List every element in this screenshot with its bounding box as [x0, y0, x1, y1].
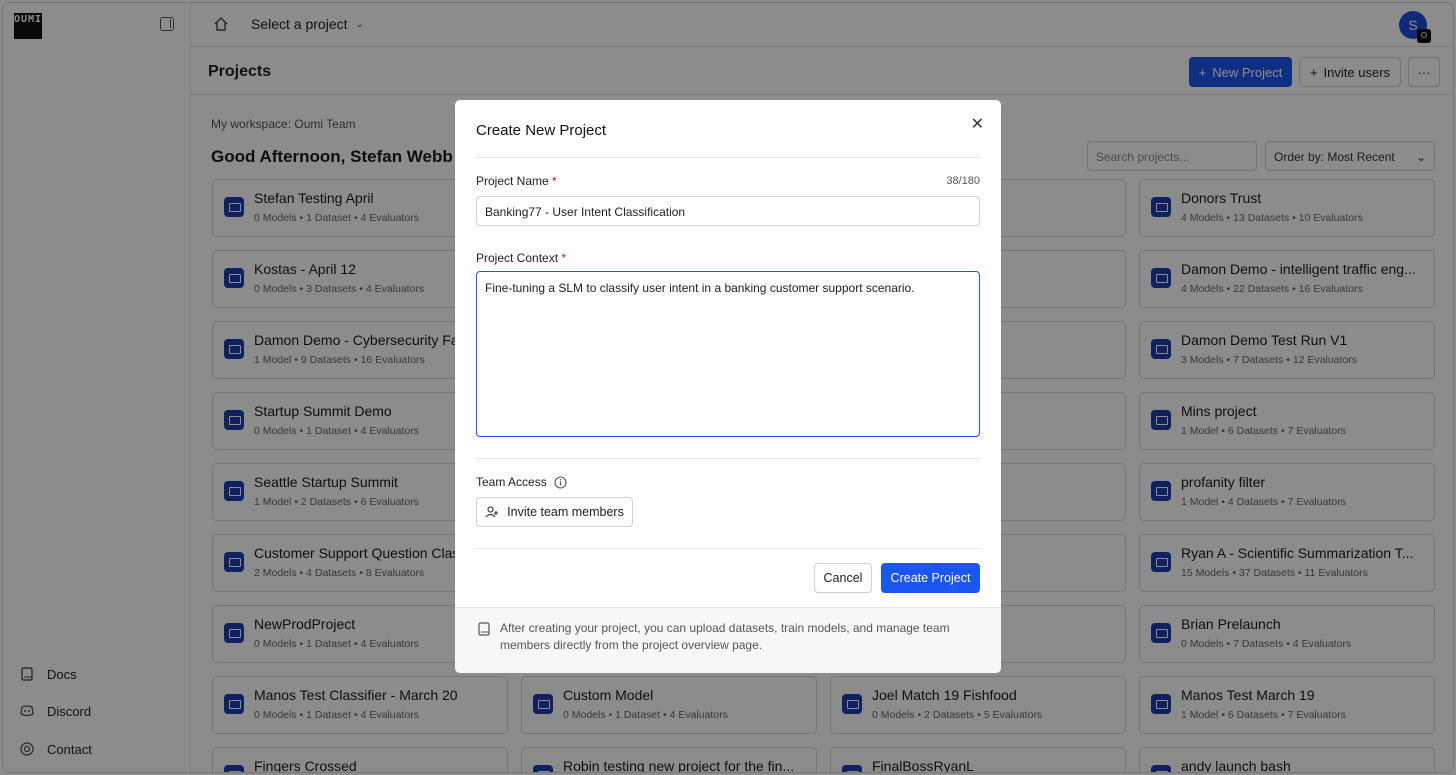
required-marker: *	[561, 251, 567, 265]
project-context-textarea[interactable]: Fine-tuning a SLM to classify user inten…	[476, 271, 980, 437]
cancel-button[interactable]: Cancel	[814, 563, 872, 593]
invite-label: Invite team members	[507, 505, 624, 519]
team-access-label-text: Team Access	[476, 475, 547, 489]
project-name-label-text: Project Name	[476, 174, 549, 188]
dialog-footer: After creating your project, you can upl…	[455, 607, 1001, 673]
footer-hint: After creating your project, you can upl…	[500, 621, 950, 652]
char-counter: 38/180	[946, 175, 980, 187]
user-plus-icon	[485, 506, 499, 518]
divider	[476, 157, 980, 158]
divider	[476, 548, 980, 549]
project-context-label: Project Context *	[476, 251, 566, 265]
close-icon[interactable]: ✕	[971, 114, 984, 134]
info-icon[interactable]	[554, 475, 567, 489]
required-marker: *	[552, 174, 557, 188]
project-name-input[interactable]: Banking77 - User Intent Classification	[476, 196, 980, 226]
divider	[476, 458, 980, 459]
project-name-label: Project Name *	[476, 174, 557, 188]
dialog-title: Create New Project	[476, 122, 607, 139]
create-project-button[interactable]: Create Project	[881, 563, 980, 593]
book-icon	[478, 622, 490, 636]
create-project-dialog: Create New Project ✕ Project Name * 38/1…	[455, 100, 1001, 673]
invite-team-members-button[interactable]: Invite team members	[476, 497, 633, 527]
team-access-label: Team Access	[476, 475, 567, 489]
project-context-label-text: Project Context	[476, 251, 559, 265]
